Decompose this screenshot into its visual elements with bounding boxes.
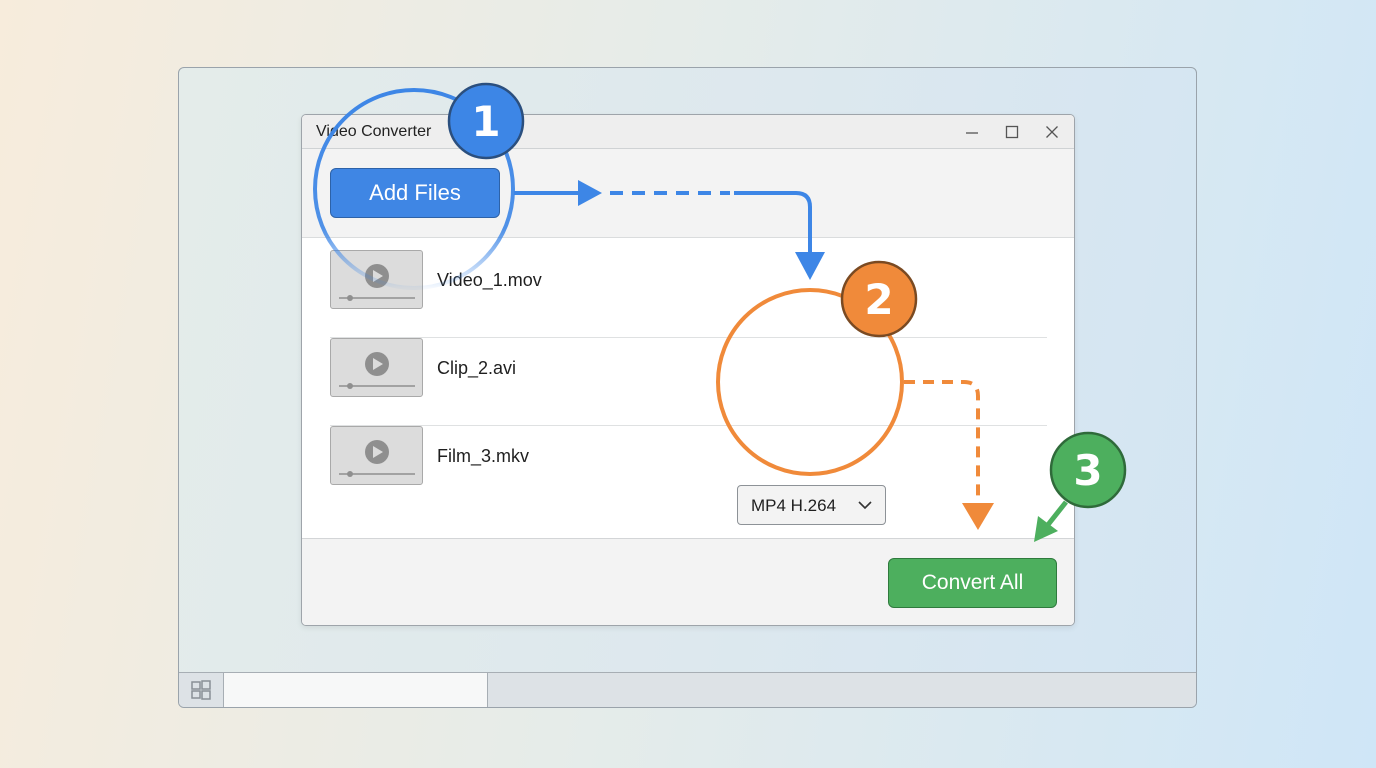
taskbar (179, 672, 1196, 707)
close-button[interactable] (1041, 121, 1063, 143)
file-name: Film_3.mkv (437, 446, 530, 466)
file-list: Video_1.mov Clip_2.avi Film_3.mkv MP4 H.… (302, 238, 1074, 538)
file-row[interactable]: Film_3.mkv (330, 426, 1047, 514)
title-bar: Video Converter (302, 115, 1074, 149)
file-name: Clip_2.avi (437, 358, 517, 378)
start-button[interactable] (179, 673, 223, 707)
toolbar: Add Files (302, 149, 1074, 238)
minimize-button[interactable] (961, 121, 983, 143)
format-value: MP4 H.264 (751, 496, 837, 515)
window-title: Video Converter (316, 123, 432, 140)
add-files-button[interactable]: Add Files (330, 168, 500, 218)
output-format-select[interactable]: MP4 H.264 (737, 485, 886, 525)
convert-all-button[interactable]: Convert All (888, 558, 1057, 608)
windows-logo-icon (191, 680, 211, 700)
maximize-icon (1005, 125, 1019, 139)
minimize-icon (966, 132, 978, 134)
video-thumbnail-icon (330, 250, 423, 309)
video-converter-window: Video Converter Add Files Video_1.mov Cl… (301, 114, 1075, 626)
file-name: Video_1.mov (437, 270, 542, 290)
file-row[interactable]: Clip_2.avi (330, 338, 1047, 426)
close-icon (1046, 126, 1058, 138)
taskbar-search-box[interactable] (223, 673, 488, 707)
footer-bar: Convert All (302, 538, 1074, 625)
file-row[interactable]: Video_1.mov (330, 250, 1047, 338)
maximize-button[interactable] (1001, 121, 1023, 143)
chevron-down-icon (858, 501, 872, 510)
video-thumbnail-icon (330, 426, 423, 485)
video-thumbnail-icon (330, 338, 423, 397)
